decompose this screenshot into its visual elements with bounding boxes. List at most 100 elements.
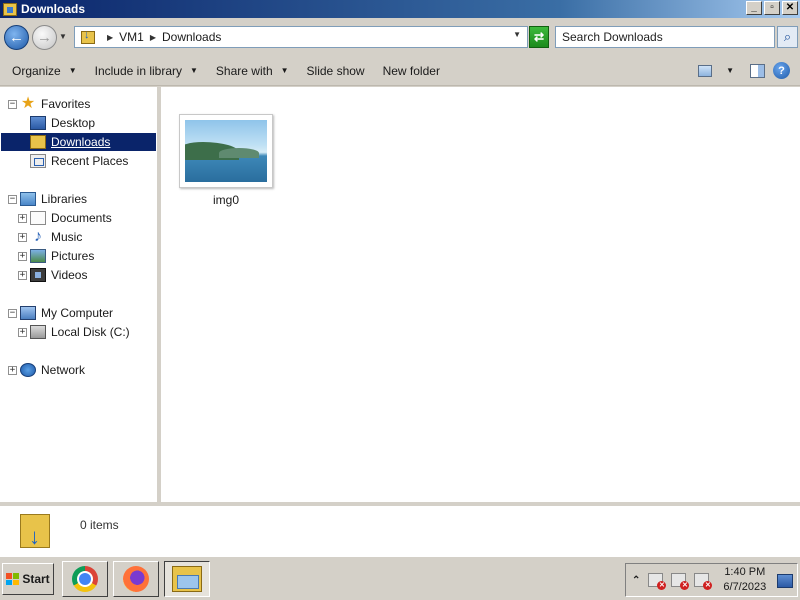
local-disk-icon (30, 325, 46, 339)
help-icon[interactable]: ? (773, 62, 790, 79)
nav-pictures[interactable]: + Pictures (18, 247, 94, 265)
expand-toggle[interactable]: + (8, 365, 17, 375)
action-center-icon[interactable]: ✕ (648, 573, 667, 590)
address-dropdown-icon[interactable]: ▼ (513, 30, 521, 39)
back-arrow-icon: ← (9, 29, 24, 46)
recent-pages-dropdown[interactable]: ▼ (59, 32, 67, 41)
file-thumbnail[interactable] (179, 114, 273, 188)
navigation-pane: − ★ Favorites Desktop Downloads Recent P… (0, 87, 157, 502)
nav-local-disk[interactable]: + Local Disk (C:) (18, 323, 130, 341)
computer-icon (20, 306, 36, 320)
search-input[interactable]: Search Downloads (555, 26, 775, 48)
expand-toggle[interactable]: + (18, 327, 27, 337)
nav-network[interactable]: + Network (8, 361, 85, 379)
new-folder-label: New folder (382, 63, 440, 78)
star-icon: ★ (20, 95, 36, 112)
refresh-button[interactable]: ⇄ (529, 26, 549, 48)
chevron-right-icon[interactable]: ▶ (150, 33, 156, 42)
back-button[interactable]: ← (4, 25, 29, 50)
nav-videos[interactable]: + Videos (18, 266, 87, 284)
search-button[interactable]: ⌕ (777, 26, 798, 48)
nav-network-label: Network (41, 363, 86, 377)
music-icon: ♪ (34, 228, 42, 245)
nav-my-computer-label: My Computer (41, 306, 114, 320)
nav-downloads[interactable]: Downloads (1, 133, 156, 151)
include-in-library-label: Include in library (94, 63, 182, 78)
organize-button[interactable]: Organize ▼ (6, 64, 83, 78)
change-view-icon[interactable] (698, 64, 713, 77)
pictures-icon (30, 249, 46, 263)
search-icon: ⌕ (783, 29, 792, 44)
nav-libraries[interactable]: − Libraries (8, 190, 87, 208)
nav-documents[interactable]: + Documents (18, 209, 112, 227)
collapse-toggle[interactable]: − (8, 99, 17, 109)
address-row: ← → ▼ ▶ VM1 ▶ Downloads ▼ ⇄ Search Downl… (0, 18, 800, 56)
system-tray: ⌃ ✕ ✕ ✕ 1:40 PM 6/7/2023 (625, 563, 798, 597)
expand-toggle[interactable]: + (18, 232, 27, 242)
close-button[interactable]: ✕ (782, 1, 798, 15)
window-controls: _ ▫ ✕ (746, 1, 798, 15)
clock-date: 6/7/2023 (723, 581, 767, 593)
refresh-icon: ⇄ (533, 30, 545, 44)
expand-toggle[interactable]: + (18, 251, 27, 261)
downloads-folder-icon (81, 29, 95, 44)
downloads-folder-icon (30, 135, 46, 149)
maximize-button[interactable]: ▫ (764, 1, 780, 15)
show-hidden-icons-icon[interactable]: ⌃ (632, 575, 640, 586)
nav-music-label: Music (51, 230, 83, 244)
command-bar: Organize ▼ Include in library ▼ Share with… (0, 56, 800, 86)
expand-toggle[interactable]: + (18, 213, 27, 223)
taskbar-firefox[interactable] (113, 561, 159, 597)
recent-places-icon (30, 154, 46, 168)
downloads-folder-large-icon: ↓ (20, 512, 54, 552)
documents-icon (30, 211, 46, 225)
taskbar-chrome[interactable] (62, 561, 108, 597)
new-folder-button[interactable]: New folder (377, 64, 446, 78)
organize-label: Organize (12, 63, 61, 78)
item-count: 0 items (80, 518, 119, 532)
preview-pane-icon[interactable] (750, 63, 765, 78)
nav-recent-places-label: Recent Places (51, 154, 129, 168)
minimize-button[interactable]: _ (746, 1, 762, 15)
details-pane: ↓ 0 items (0, 502, 800, 556)
nav-favorites[interactable]: − ★ Favorites (8, 95, 90, 113)
start-label: Start (22, 572, 50, 586)
nav-videos-label: Videos (51, 268, 88, 282)
show-desktop-icon[interactable] (777, 574, 793, 588)
volume-icon[interactable]: ✕ (694, 573, 713, 590)
share-with-button[interactable]: Share with ▼ (210, 64, 295, 78)
share-with-label: Share with (215, 63, 273, 78)
chevron-right-icon[interactable]: ▶ (107, 33, 113, 42)
address-bar[interactable]: ▶ VM1 ▶ Downloads ▼ (74, 26, 528, 48)
nav-favorites-label: Favorites (41, 97, 91, 111)
crumb-vm1[interactable]: VM1 (119, 30, 144, 44)
network-status-icon[interactable]: ✕ (671, 573, 690, 590)
clock-time: 1:40 PM (724, 566, 766, 578)
firefox-icon (123, 566, 149, 592)
crumb-downloads[interactable]: Downloads (162, 30, 221, 44)
file-name[interactable]: img0 (179, 193, 273, 207)
taskbar-explorer[interactable] (164, 561, 210, 597)
libraries-icon (20, 192, 36, 206)
network-icon (20, 363, 36, 377)
include-in-library-button[interactable]: Include in library ▼ (89, 64, 204, 78)
start-button[interactable]: Start (2, 563, 54, 595)
view-controls: ▼ ? (698, 62, 790, 79)
nav-desktop[interactable]: Desktop (30, 114, 95, 132)
collapse-toggle[interactable]: − (8, 194, 17, 204)
nav-recent-places[interactable]: Recent Places (30, 152, 128, 170)
folder-icon (3, 2, 17, 16)
nav-my-computer[interactable]: − My Computer (8, 304, 113, 322)
forward-button[interactable]: → (32, 25, 57, 50)
image-preview (185, 120, 267, 182)
nav-music[interactable]: + ♪ Music (18, 228, 82, 246)
view-options-dropdown[interactable]: ▼ (726, 66, 734, 75)
nav-pictures-label: Pictures (51, 249, 95, 263)
chevron-down-icon: ▼ (190, 66, 198, 75)
expand-toggle[interactable]: + (18, 270, 27, 280)
slide-show-button[interactable]: Slide show (301, 64, 371, 78)
chevron-down-icon: ▼ (280, 66, 289, 75)
clock[interactable]: 1:40 PM 6/7/2023 (723, 565, 766, 595)
collapse-toggle[interactable]: − (8, 308, 17, 318)
explorer-icon (172, 566, 202, 592)
